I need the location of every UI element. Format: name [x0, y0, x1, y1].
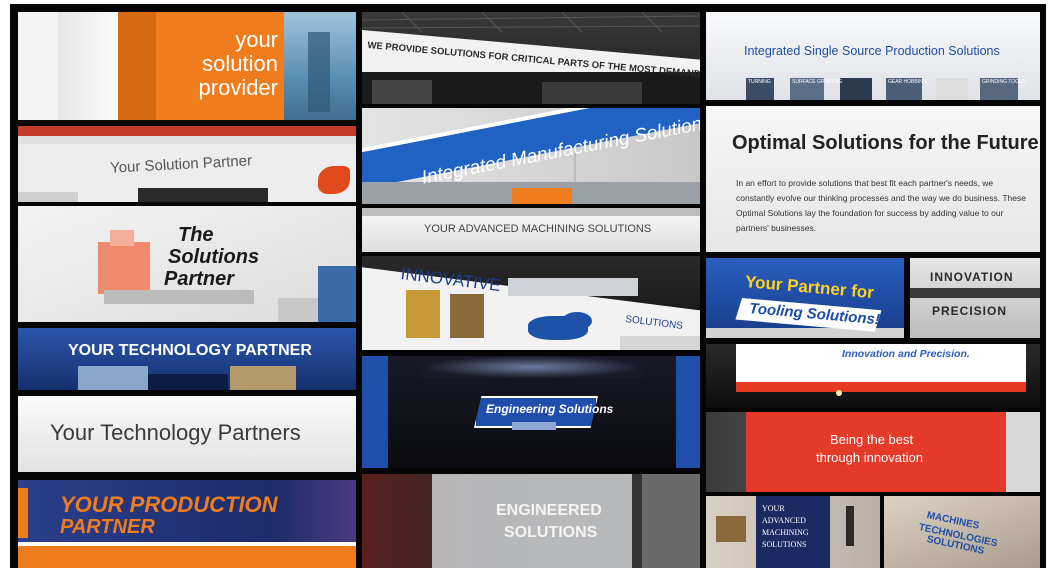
thumb-turning: TURNING: [748, 79, 771, 85]
engineering-solutions-text: Engineering Solutions: [486, 402, 614, 416]
tile-machines-technologies: MACHINES TECHNOLOGIES SOLUTIONS: [884, 496, 1040, 568]
production-partner-line: PARTNER: [60, 516, 155, 538]
photo-collage: your solution provider Your Solution Par…: [10, 4, 1046, 568]
blurred-company-name: [508, 278, 638, 296]
sign-line-4: SOLUTIONS: [762, 540, 807, 549]
optimal-solutions-body: In an effort to provide solutions that b…: [736, 178, 1026, 233]
technology-partners-text: Your Technology Partners: [50, 420, 301, 445]
tile-engineered-solutions: ENGINEERED SOLUTIONS: [362, 474, 700, 568]
tile-integrated-manufacturing: Integrated Manufacturing Solutions: [362, 108, 700, 204]
through-innovation-line: through innovation: [816, 450, 923, 465]
tile-advanced-machining-banner: YOUR ADVANCED MACHINING SOLUTIONS: [362, 208, 700, 252]
single-source-title: Integrated Single Source Production Solu…: [744, 44, 1000, 58]
technology-partner-text: YOUR TECHNOLOGY PARTNER: [68, 342, 312, 359]
thumb-surface-grinding: SURFACE GRINDING: [792, 79, 843, 85]
sign-line-2: ADVANCED: [762, 516, 806, 525]
tile-production-partner: YOUR PRODUCTION PARTNER: [18, 480, 356, 568]
tile-technology-partner: YOUR TECHNOLOGY PARTNER: [18, 328, 356, 390]
tile-being-the-best: Being the best through innovation: [706, 412, 1040, 492]
engineered-line: ENGINEERED: [496, 502, 602, 519]
thumb-grinding-tools: GRINDING TOOLS: [982, 79, 1026, 85]
partner-line: Partner: [164, 268, 235, 290]
blurred-logo: [98, 242, 150, 294]
thumb-gear-hobbing: GEAR HOBBING: [888, 79, 927, 85]
tile-technology-partners: Your Technology Partners: [18, 396, 356, 472]
the-solutions-line: The: [178, 224, 214, 246]
tile-single-source: Integrated Single Source Production Solu…: [706, 12, 1040, 100]
tile-solution-partner: Your Solution Partner: [18, 126, 356, 202]
tile-the-solutions-partner: The Solutions Partner: [18, 206, 356, 322]
being-the-best-line: Being the best: [830, 432, 914, 447]
solutions-line: Solutions: [168, 246, 260, 268]
tile-innovation-and-precision: Innovation and Precision.: [706, 344, 1040, 408]
innovation-word: INNOVATION: [930, 270, 1014, 284]
tile-engineering-solutions: Engineering Solutions: [362, 356, 700, 468]
innovation-and-precision-text: Innovation and Precision.: [842, 348, 970, 360]
tile-optimal-solutions: Optimal Solutions for the Future In an e…: [706, 106, 1040, 252]
tile-solution-provider: your solution provider: [18, 12, 356, 120]
your-production-line: YOUR PRODUCTION: [60, 492, 278, 517]
tile-advanced-machining-sign: YOUR ADVANCED MACHINING SOLUTIONS: [706, 496, 880, 568]
precision-word: PRECISION: [932, 304, 1008, 318]
advanced-machining-banner-text: YOUR ADVANCED MACHINING SOLUTIONS: [424, 223, 652, 235]
tile-critical-parts: WE PROVIDE SOLUTIONS FOR CRITICAL PARTS …: [362, 12, 700, 104]
tile-innovative-solutions: INNOVATIVE SOLUTIONS: [362, 256, 700, 350]
sign-line-3: MACHINING: [762, 528, 809, 537]
solution-provider-text: your solution provider: [198, 27, 278, 100]
solution-partner-text: Your Solution Partner: [109, 152, 253, 177]
optimal-solutions-title: Optimal Solutions for the Future: [732, 132, 1039, 154]
engineered-solutions-line: SOLUTIONS: [504, 524, 598, 541]
tile-tooling-solutions: Your Partner for Tooling Solutions!: [706, 258, 904, 338]
tile-innovation-precision: INNOVATION PRECISION: [910, 258, 1040, 338]
sign-line-1: YOUR: [762, 504, 785, 513]
